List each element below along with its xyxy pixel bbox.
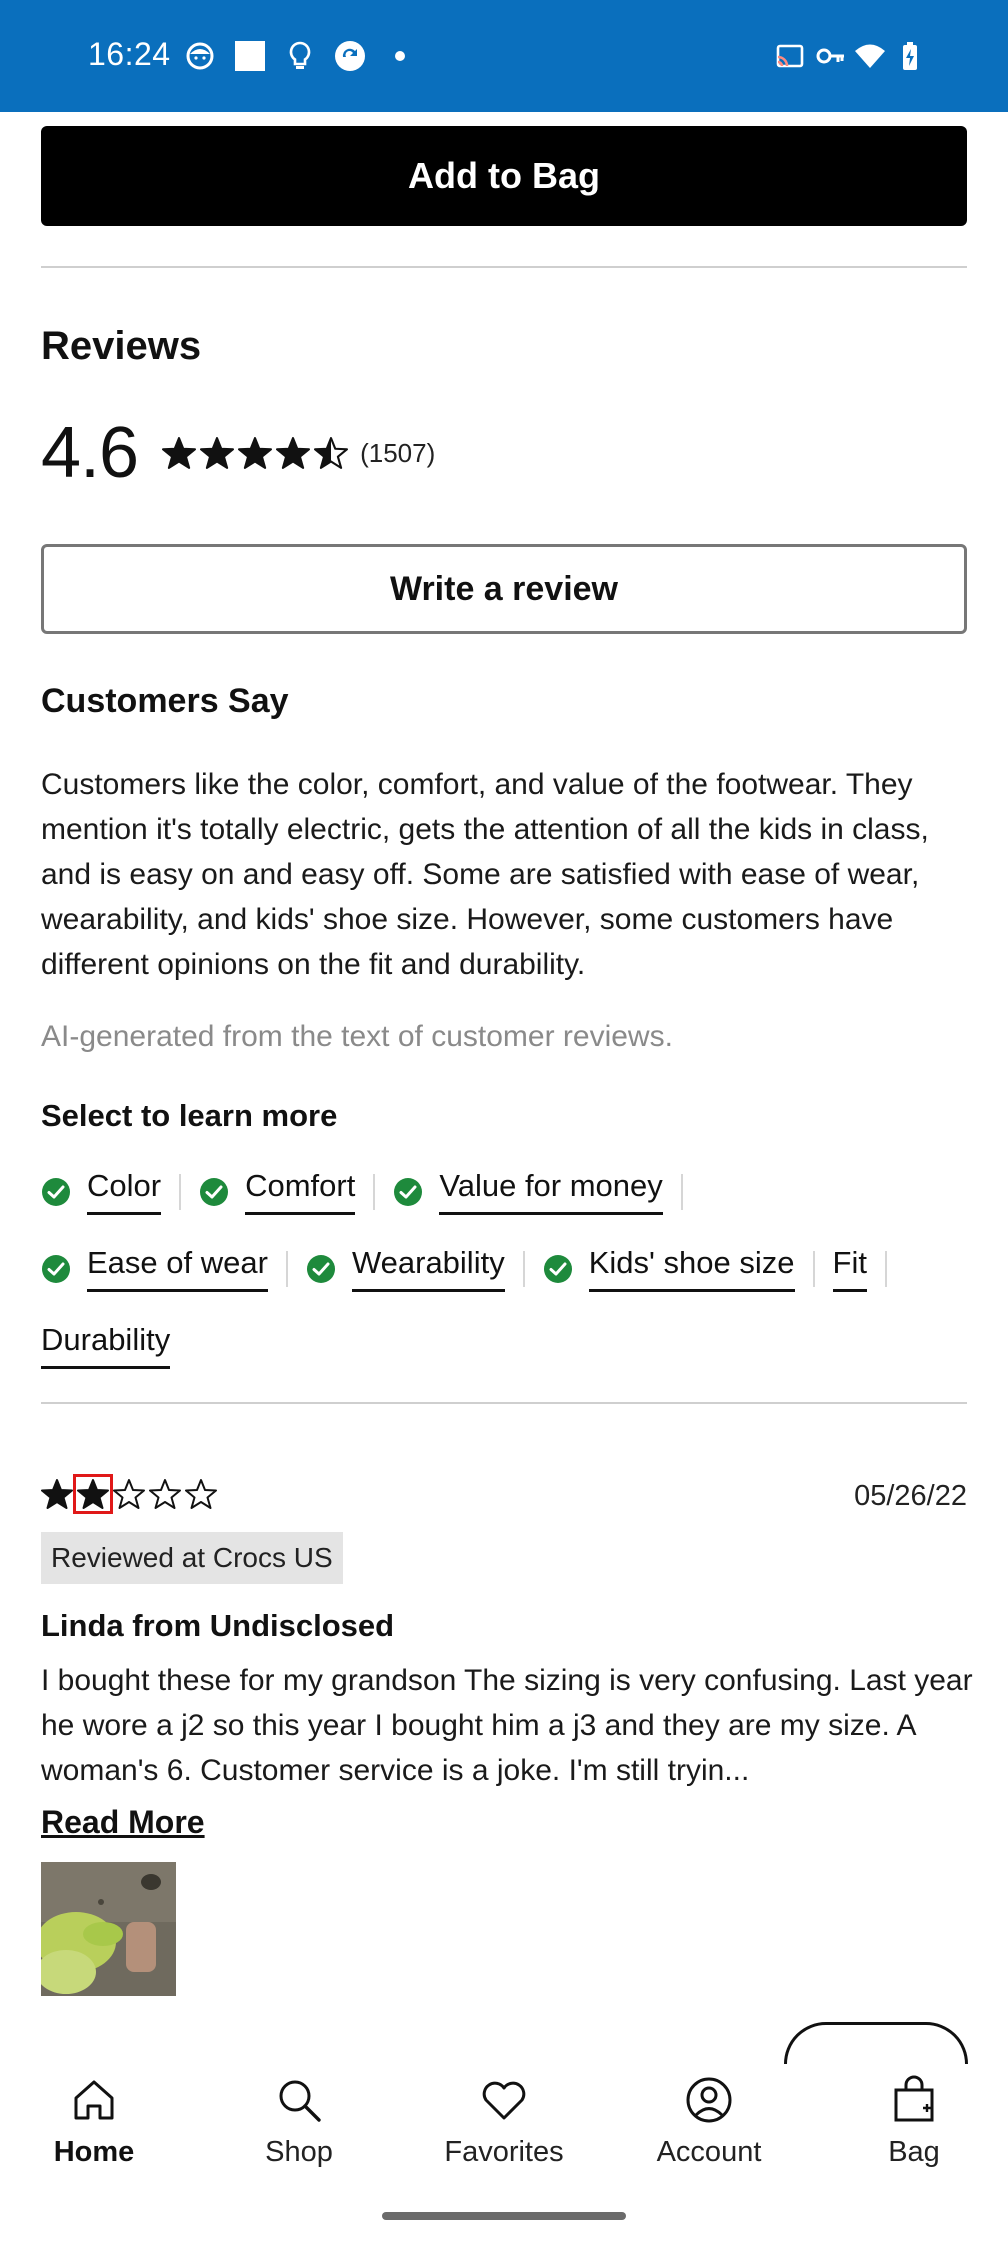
average-rating-stars bbox=[162, 436, 349, 470]
review-star-2[interactable] bbox=[73, 1474, 113, 1514]
nav-item-bag[interactable]: Bag bbox=[834, 2074, 994, 2169]
dot-icon bbox=[384, 40, 416, 72]
review-text: I bought these for my grandson The sizin… bbox=[41, 1664, 973, 1787]
topic-chip[interactable]: Wearability bbox=[306, 1245, 505, 1292]
star-filled-icon bbox=[41, 1479, 73, 1509]
chip-separator bbox=[522, 1250, 525, 1287]
ai-generated-note: AI-generated from the text of customer r… bbox=[41, 1020, 673, 1053]
check-circle-icon bbox=[42, 1254, 70, 1283]
customers-say-heading: Customers Say bbox=[41, 682, 289, 720]
chip-separator bbox=[373, 1173, 376, 1210]
search-icon bbox=[279, 2080, 321, 2122]
review-star-5[interactable] bbox=[185, 1478, 217, 1510]
chip-separator bbox=[179, 1173, 182, 1210]
star-filled-icon bbox=[162, 437, 197, 469]
topic-chip-label: Value for money bbox=[439, 1168, 663, 1215]
select-to-learn-more: Select to learn more bbox=[41, 1098, 338, 1133]
nav-label-shop: Shop bbox=[265, 2136, 333, 2168]
nav-item-favorites[interactable]: Favorites bbox=[424, 2074, 584, 2169]
nav-label-bag: Bag bbox=[888, 2136, 940, 2168]
review-star-3[interactable] bbox=[113, 1478, 145, 1510]
customers-say-summary: Customers like the color, comfort, and v… bbox=[41, 768, 929, 981]
chip-separator bbox=[812, 1250, 815, 1287]
vpn-key-icon bbox=[814, 40, 846, 72]
battery-charging-icon bbox=[894, 40, 926, 72]
square-icon bbox=[234, 40, 266, 72]
nav-label-home: Home bbox=[53, 2136, 135, 2168]
topic-chip[interactable]: Value for money bbox=[393, 1168, 663, 1215]
review-star-4[interactable] bbox=[149, 1478, 181, 1510]
star-empty-icon bbox=[113, 1479, 145, 1509]
review-date: 05/26/22 bbox=[854, 1480, 967, 1512]
write-review-button[interactable]: Write a review bbox=[41, 544, 967, 634]
review-star-1[interactable] bbox=[41, 1478, 73, 1510]
status-bar: 16:24 bbox=[0, 0, 1008, 112]
topic-chip-label: Fit bbox=[832, 1245, 867, 1292]
topic-chips-row: Ease of wear Wearability Kids' shoe size Fi… bbox=[41, 1245, 905, 1292]
divider bbox=[41, 1402, 967, 1404]
star-filled-icon bbox=[77, 1479, 109, 1509]
topic-chip[interactable]: Kids' shoe size bbox=[543, 1245, 795, 1292]
face-icon bbox=[184, 40, 216, 72]
topic-chip-label: Kids' shoe size bbox=[588, 1245, 795, 1292]
topic-chip[interactable]: Comfort bbox=[199, 1168, 356, 1215]
topic-chip[interactable]: Durability bbox=[41, 1322, 171, 1369]
check-circle-icon bbox=[543, 1254, 572, 1283]
topic-chip-label: Comfort bbox=[245, 1168, 356, 1215]
sync-icon bbox=[334, 40, 366, 72]
average-rating-row: 4.6 (1507) bbox=[41, 412, 435, 494]
reviewer-name: Linda from Undisclosed bbox=[41, 1608, 395, 1643]
bag-icon bbox=[894, 2075, 934, 2122]
wifi-icon bbox=[854, 40, 886, 72]
nav-item-home[interactable]: Home bbox=[14, 2074, 174, 2169]
check-circle-icon bbox=[394, 1177, 423, 1206]
review-star-rating[interactable] bbox=[41, 1474, 217, 1514]
topic-chips-row: Color Comfort Value for money bbox=[41, 1168, 701, 1215]
check-circle-icon bbox=[200, 1177, 229, 1206]
check-circle-icon bbox=[42, 1177, 70, 1206]
chip-separator bbox=[884, 1250, 887, 1287]
status-time: 16:24 bbox=[88, 36, 171, 72]
check-circle-icon bbox=[306, 1254, 335, 1283]
lightbulb-icon bbox=[284, 40, 316, 72]
chip-separator bbox=[680, 1173, 683, 1210]
home-icon bbox=[74, 2080, 114, 2120]
topic-chip[interactable]: Fit bbox=[832, 1245, 867, 1292]
home-indicator bbox=[382, 2212, 626, 2220]
review-count: (1507) bbox=[360, 437, 436, 468]
topic-chip[interactable]: Color bbox=[41, 1168, 162, 1215]
star-empty-icon bbox=[149, 1479, 181, 1509]
nav-item-shop[interactable]: Shop bbox=[219, 2074, 379, 2169]
star-empty-icon bbox=[185, 1479, 217, 1509]
star-filled-icon bbox=[200, 437, 235, 469]
nav-label-favorites: Favorites bbox=[444, 2136, 564, 2168]
average-rating-value: 4.6 bbox=[41, 413, 139, 493]
review-photo-thumbnail[interactable] bbox=[41, 1862, 176, 1996]
reviews-heading: Reviews bbox=[41, 324, 202, 368]
topic-chip-label: Durability bbox=[41, 1322, 171, 1369]
heart-icon bbox=[482, 2081, 526, 2120]
cast-icon bbox=[774, 40, 806, 72]
divider bbox=[41, 266, 967, 268]
nav-item-account[interactable]: Account bbox=[629, 2074, 789, 2169]
topic-chips-row: Durability bbox=[41, 1322, 171, 1369]
add-to-bag-button[interactable]: Add to Bag bbox=[41, 126, 967, 226]
nav-label-account: Account bbox=[656, 2136, 762, 2168]
review-source-badge: Reviewed at Crocs US bbox=[41, 1532, 343, 1584]
star-filled-icon bbox=[238, 437, 273, 469]
topic-chip-label: Color bbox=[87, 1168, 162, 1215]
read-more-link[interactable]: Read More bbox=[41, 1804, 205, 1841]
star-half-icon bbox=[314, 437, 349, 469]
account-icon bbox=[686, 2077, 732, 2123]
star-filled-icon bbox=[276, 437, 311, 469]
chip-separator bbox=[285, 1250, 288, 1287]
topic-chip-label: Wearability bbox=[351, 1245, 505, 1292]
topic-chip[interactable]: Ease of wear bbox=[41, 1245, 268, 1292]
topic-chip-label: Ease of wear bbox=[87, 1245, 268, 1292]
